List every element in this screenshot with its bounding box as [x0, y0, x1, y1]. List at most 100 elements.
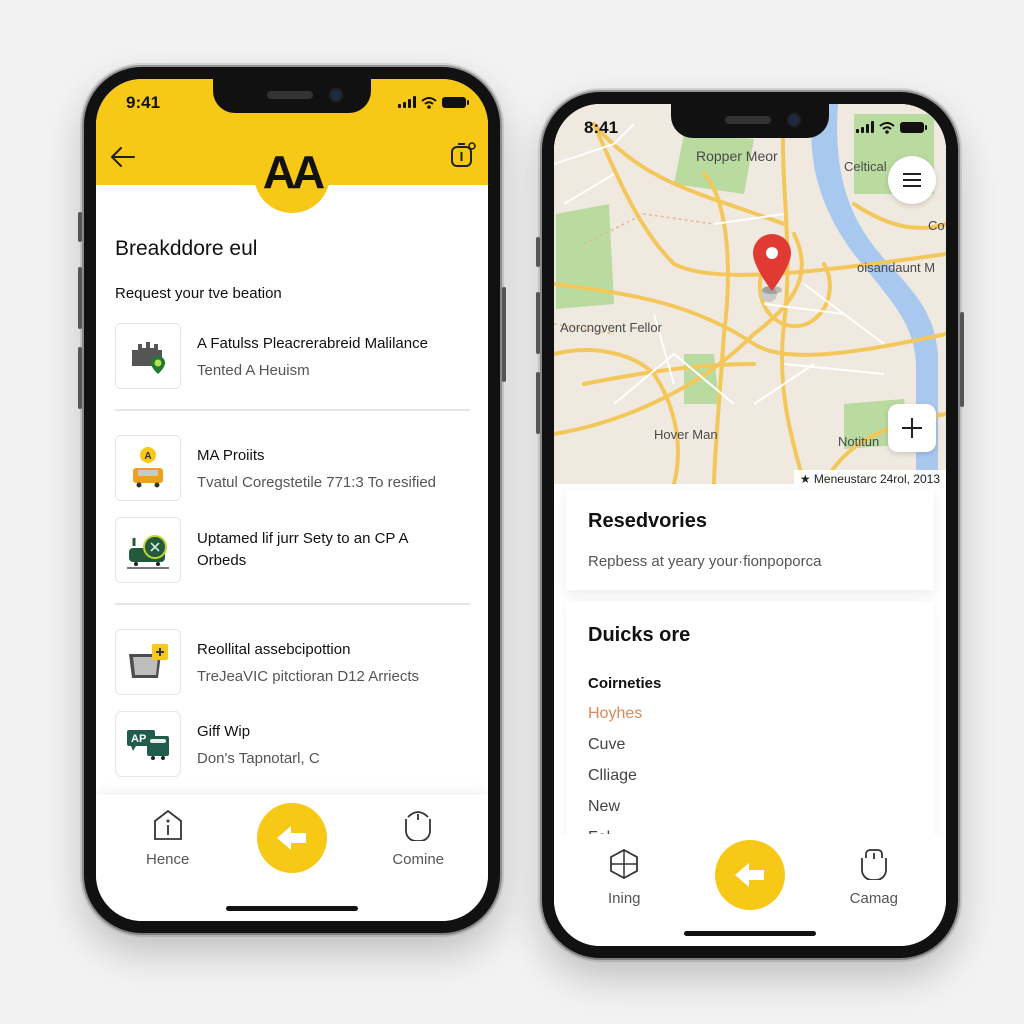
bag-icon: [405, 811, 432, 841]
status-time: 8:41: [584, 118, 619, 137]
bag-icon: [860, 849, 887, 880]
info-timer-icon: [451, 142, 476, 167]
divider: [115, 603, 470, 605]
center-action-button[interactable]: [715, 840, 785, 910]
item-title: MA Proiits: [197, 446, 265, 464]
item-description: Tvatul Coregstetile 771:3 To resified: [197, 474, 437, 492]
option-item[interactable]: Clliage: [588, 767, 912, 785]
svg-text:A: A: [144, 451, 151, 462]
list-item[interactable]: Uptamed lif jurr Sety to an CP A Orbeds: [115, 515, 470, 585]
volume-up-button: [78, 267, 82, 329]
screen-plus-icon: [115, 629, 181, 695]
list-item[interactable]: A Fatulss Pleacrerabreid Malilance Tente…: [115, 321, 470, 391]
tow-truck-icon: [115, 517, 181, 583]
map-attribution: ★ Meneustarc 24rol, 2013: [793, 470, 946, 488]
building-location-icon: [115, 323, 181, 389]
mute-switch: [78, 212, 82, 242]
tab-bar: Hence Comine: [96, 795, 488, 921]
item-title: Uptamed lif jurr Sety to an CP A Orbeds: [197, 529, 408, 570]
screen: Ropper Meor Celtical Co oisandaunt M Aor…: [554, 104, 946, 946]
notch: [671, 104, 829, 138]
map-label: Aorcngvent Fellor: [560, 320, 662, 335]
arrow-left-icon: [277, 826, 306, 850]
option-item[interactable]: Hoyhes: [588, 705, 912, 723]
map-label: oisandaunt M: [857, 260, 936, 275]
volume-down-button: [536, 372, 540, 434]
card-subtitle: Repbess at yeary your·fionpoporca: [588, 553, 822, 570]
map-label: Ropper Meor: [696, 148, 778, 164]
list-item[interactable]: AP Giff Wip Don's Tapnotarl, C: [115, 709, 470, 779]
map-pin[interactable]: [752, 234, 792, 294]
tab-hence[interactable]: Hence: [146, 809, 189, 868]
map-label: Hover Man: [654, 427, 718, 442]
options-card: Duicks ore Coirneties Hoyhes Cuve Clliag…: [566, 602, 934, 862]
zoom-in-button[interactable]: [888, 404, 936, 452]
item-description: Tented A Heuism: [197, 362, 310, 380]
tab-comine[interactable]: Comine: [392, 809, 444, 868]
item-title: Giff Wip: [197, 722, 251, 740]
hamburger-menu-icon: [903, 173, 921, 187]
option-item[interactable]: New: [588, 798, 912, 816]
wifi-icon: [879, 121, 895, 134]
page-title: Breakddore eul: [115, 237, 258, 260]
aa-van-icon: A: [115, 435, 181, 501]
tab-label: Camag: [849, 890, 898, 907]
hexagon-icon: [610, 848, 639, 880]
attribution-text: Meneustarc 24rol, 2013: [813, 472, 940, 486]
item-description: TreJeaVIC pitctioran D12 Arriects: [197, 668, 420, 686]
back-button[interactable]: [110, 145, 136, 169]
item-title: Reollital assebcipottion: [197, 640, 351, 658]
menu-button[interactable]: [888, 156, 936, 204]
screen: 9:41 AA Breakddore eul Request your tve …: [96, 79, 488, 921]
home-info-icon: [153, 809, 182, 840]
service-list: A Fatulss Pleacrerabreid Malilance Tente…: [115, 321, 470, 779]
map-label: Co: [928, 218, 945, 233]
tab-ining[interactable]: Ining: [608, 848, 641, 907]
phone-right: Ropper Meor Celtical Co oisandaunt M Aor…: [536, 92, 964, 958]
tab-label: Comine: [392, 851, 444, 868]
phone-left: 9:41 AA Breakddore eul Request your tve …: [78, 67, 506, 933]
status-time: 9:41: [126, 93, 161, 112]
tab-label: Ining: [608, 890, 641, 907]
center-action-button[interactable]: [257, 803, 327, 873]
list-item[interactable]: Reollital assebcipottion TreJeaVIC pitct…: [115, 627, 470, 697]
item-title: A Fatulss Pleacrerabreid Malilance: [197, 334, 428, 352]
home-indicator[interactable]: [684, 931, 816, 936]
park-area: [684, 354, 719, 404]
list-item[interactable]: A MA Proiits Tvatul Coregstetile 771:3 T…: [115, 433, 470, 503]
card-title: Resedvories: [588, 510, 707, 532]
volume-down-button: [78, 347, 82, 409]
aa-logo: AA: [262, 146, 325, 198]
arrow-left-icon: [735, 863, 764, 887]
plus-icon: [902, 418, 922, 438]
mute-switch: [536, 237, 540, 267]
power-button: [502, 287, 506, 382]
tab-camag[interactable]: Camag: [850, 848, 898, 907]
volume-up-button: [536, 292, 540, 354]
info-card[interactable]: Resedvories Repbess at yeary your·fionpo…: [566, 490, 934, 590]
ap-vehicle-icon: AP: [115, 711, 181, 777]
signal-icon: [856, 121, 874, 133]
star-icon: ★: [799, 472, 814, 486]
section-heading: Coirneties: [588, 675, 662, 692]
notch: [213, 79, 371, 113]
page-subtitle: Request your tve beation: [115, 285, 282, 302]
card-title: Duicks ore: [588, 624, 691, 646]
arrow-left-icon: [111, 147, 135, 167]
option-item[interactable]: Cuve: [588, 736, 912, 754]
item-description: Don's Tapnotarl, C: [197, 750, 320, 768]
battery-icon: [442, 96, 469, 108]
tab-label: Hence: [146, 851, 190, 868]
map-label: Celtical: [844, 159, 887, 174]
svg-text:AP: AP: [131, 733, 146, 745]
tab-bar: Ining Camag: [554, 834, 946, 946]
signal-icon: [398, 96, 416, 108]
map-label: Notitun: [838, 434, 880, 449]
battery-icon: [900, 121, 927, 133]
info-button[interactable]: [450, 141, 476, 169]
divider: [115, 409, 470, 411]
power-button: [960, 312, 964, 407]
wifi-icon: [421, 96, 437, 109]
location-pin-icon: [753, 234, 791, 294]
home-indicator[interactable]: [226, 906, 358, 911]
